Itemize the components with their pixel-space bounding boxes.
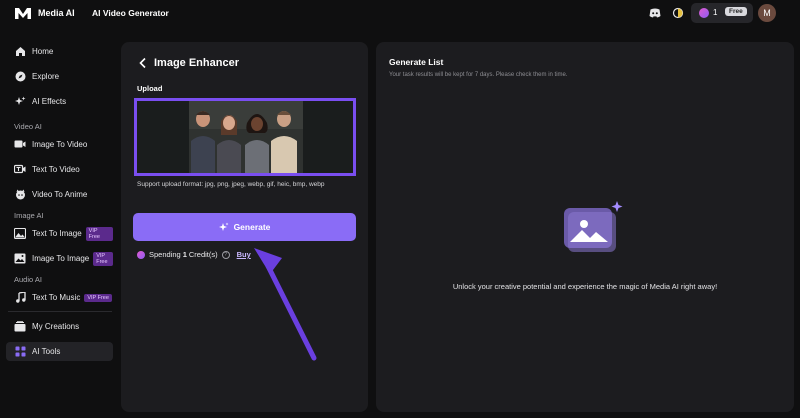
sidebar-item-text-to-video[interactable]: Text To Video [6,160,113,179]
upload-dropzone[interactable] [134,98,356,176]
sidebar-item-home[interactable]: Home [6,42,113,61]
creations-icon [14,321,26,333]
generate-button[interactable]: Generate [133,213,356,241]
text-video-icon [14,164,26,176]
section-label-audio-ai: Audio AI [14,275,42,284]
spending-amount: 1 [182,250,187,259]
spending-prefix: Spending [149,250,181,259]
sparkle-icon [218,222,229,231]
section-label-video-ai: Video AI [14,122,42,131]
generate-label: Generate [233,222,271,232]
sidebar-item-label: Home [32,47,54,56]
top-bar: Media AI AI Video Generator 1 Free M [0,0,800,26]
page-title: Image Enhancer [154,57,239,69]
upload-format-note: Support upload format: jpg, png, jpeg, w… [137,181,325,188]
sidebar-item-label: Image To Video [32,140,88,149]
sidebar-item-text-to-music[interactable]: Text To Music VIP Free [6,288,113,307]
media-ai-logo[interactable] [14,6,32,20]
empty-gallery-icon [564,201,623,252]
sidebar-item-label: Video To Anime [32,190,88,199]
discord-icon[interactable] [648,6,662,20]
section-label-image-ai: Image AI [14,211,44,220]
sidebar-item-ai-effects[interactable]: AI Effects [6,92,113,111]
avatar[interactable]: M [758,4,776,22]
info-icon[interactable]: ? [221,250,230,259]
brand-name[interactable]: Media AI [38,8,75,18]
vip-free-badge: VIP Free [93,251,113,266]
sidebar-item-image-to-image[interactable]: Image To Image VIP Free [6,249,113,268]
sidebar-item-video-to-anime[interactable]: Video To Anime [6,185,113,204]
sidebar-divider [8,311,112,312]
generate-list-subtitle: Your task results will be kept for 7 day… [389,72,568,78]
generate-list-title: Generate List [389,57,444,67]
credit-count: 1 [713,8,718,17]
home-icon [14,46,26,58]
sidebar-item-label: AI Effects [32,97,67,106]
sidebar-item-explore[interactable]: Explore [6,67,113,86]
tools-grid-icon [14,346,26,358]
sidebar-item-my-creations[interactable]: My Creations [6,317,113,336]
vip-free-badge: VIP Free [84,293,112,302]
sidebar-item-label: Text To Music [32,293,81,302]
empty-state-message: Unlock your creative potential and exper… [452,282,718,291]
upload-label: Upload [137,84,163,93]
sidebar-item-label: My Creations [32,322,80,331]
spending-info: Spending 1 Credit(s) ? Buy [137,250,251,259]
free-badge: Free [725,7,747,16]
text-image-icon [14,228,26,240]
anime-icon [14,189,26,201]
image-video-icon [14,139,26,151]
sidebar-item-label: AI Tools [32,347,61,356]
music-icon [14,292,26,304]
compass-icon [14,71,26,83]
sidebar-item-label: Explore [32,72,60,81]
sidebar: Home Explore AI Effects Video AI Image T… [0,26,120,418]
sidebar-item-label: Text To Image [32,229,82,238]
image-image-icon [14,253,26,265]
sparkles-icon [14,96,26,108]
product-name[interactable]: AI Video Generator [92,8,169,18]
credit-coin-icon [699,8,709,18]
vip-free-badge: VIP Free [85,226,113,241]
sidebar-item-image-to-video[interactable]: Image To Video [6,135,113,154]
sidebar-item-label: Image To Image [32,254,90,263]
theme-toggle-icon[interactable] [671,6,685,20]
uploaded-photo-thumbnail [189,101,303,173]
credit-coin-icon [137,250,145,259]
back-arrow-icon[interactable] [138,57,148,69]
pointer-arrow-annotation [254,248,317,361]
credits-pill[interactable]: 1 Free [691,3,753,23]
sidebar-item-label: Text To Video [32,165,80,174]
spending-suffix: Credit(s) [188,250,218,259]
sidebar-item-text-to-image[interactable]: Text To Image VIP Free [6,224,113,243]
sidebar-item-ai-tools[interactable]: AI Tools [6,342,113,361]
